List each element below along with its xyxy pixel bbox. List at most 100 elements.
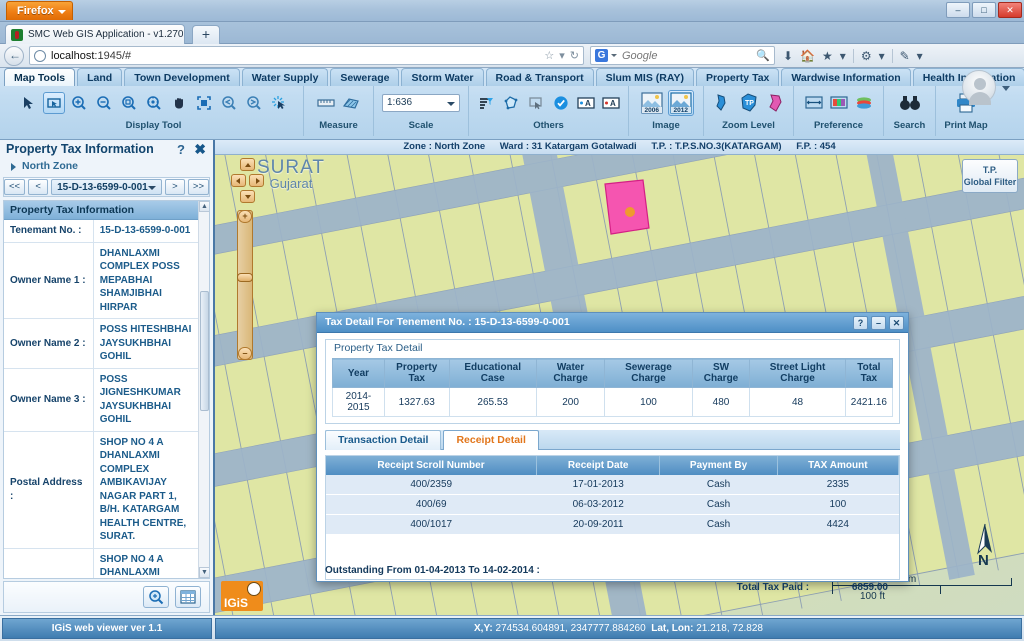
eyedropper-icon[interactable]: ✎ <box>900 49 910 63</box>
help-icon[interactable]: ? <box>177 142 185 157</box>
downloads-icon[interactable]: ⬇ <box>783 49 793 63</box>
image-2006-icon[interactable]: 2006 <box>639 90 665 116</box>
ribbon-tab-storm-water[interactable]: Storm Water <box>401 68 484 86</box>
check-circle-icon[interactable] <box>550 92 572 114</box>
clear-selection-icon[interactable] <box>268 92 290 114</box>
screen-color-icon[interactable] <box>828 92 850 114</box>
ribbon-tab-sewerage[interactable]: Sewerage <box>330 68 400 86</box>
chevron-down-icon[interactable] <box>611 54 617 57</box>
dialog-minimize-button[interactable]: – <box>871 316 886 330</box>
zoom-previous-icon[interactable] <box>218 92 240 114</box>
image-2012-icon[interactable]: 2012 <box>667 90 694 116</box>
minimize-button[interactable]: – <box>946 2 970 18</box>
address-bar[interactable]: localhost:1945/# ☆ ▾ ↻ <box>29 46 584 65</box>
ribbon-tab-wardwise-information[interactable]: Wardwise Information <box>781 68 911 86</box>
zoom-in-icon[interactable]: + <box>238 210 252 223</box>
user-avatar[interactable] <box>962 70 996 105</box>
chevron-down-icon[interactable]: ▾ <box>840 49 846 63</box>
search-icon[interactable]: 🔍 <box>756 49 770 62</box>
search-bar[interactable]: G Google 🔍 <box>590 46 775 65</box>
dialog-help-button[interactable]: ? <box>853 316 868 330</box>
dialog-tab-transaction-detail[interactable]: Transaction Detail <box>325 430 442 450</box>
full-extent-icon[interactable] <box>193 92 215 114</box>
next-record-button[interactable]: > <box>164 179 185 195</box>
zoom-window-icon[interactable] <box>118 92 140 114</box>
zoom-out-icon[interactable]: – <box>238 347 252 360</box>
home-icon[interactable]: 🏠 <box>800 49 815 63</box>
pan-hand-icon[interactable] <box>168 92 190 114</box>
zone-tree-item[interactable]: North Zone <box>0 160 213 175</box>
show-table-button[interactable] <box>175 586 201 608</box>
zoom-parcel-icon[interactable] <box>710 91 734 115</box>
table-row[interactable]: 400/2359 17-01-2013 Cash 2335 <box>326 475 899 495</box>
bookmark-star-icon[interactable]: ☆ <box>544 49 554 62</box>
close-icon[interactable]: ✖ <box>194 141 206 158</box>
ribbon-tab-road-transport[interactable]: Road & Transport <box>485 68 594 86</box>
new-tab-button[interactable]: + <box>192 25 220 44</box>
bookmarks-icon[interactable]: ★ <box>822 49 833 63</box>
rectangle-select-icon[interactable] <box>42 92 65 114</box>
chevron-down-icon[interactable]: ▾ <box>879 49 885 63</box>
ribbon-tab-water-supply[interactable]: Water Supply <box>241 68 329 86</box>
close-button[interactable]: ✕ <box>998 2 1022 18</box>
property-info-value: POSS JIGNESHKUMAR JAYSUKHBHAI GOHIL <box>93 368 198 432</box>
pointer-box-icon[interactable] <box>525 92 547 114</box>
table-row[interactable]: 2014-2015 1327.63 265.53 200 100 480 48 2421.16 <box>332 387 894 417</box>
label-a-alt-icon[interactable]: A <box>600 92 622 114</box>
binoculars-icon[interactable] <box>897 90 923 116</box>
zoom-center-icon[interactable] <box>143 92 165 114</box>
zoom-to-feature-button[interactable] <box>143 586 169 608</box>
maximize-button[interactable]: □ <box>972 2 996 18</box>
zoom-tp-icon[interactable]: TP <box>737 91 761 115</box>
measure-distance-icon[interactable] <box>315 92 337 114</box>
tp-global-filter-button[interactable]: T.P. Global Filter <box>962 159 1018 193</box>
property-info-row: Owner Name 1 : DHANLAXMI COMPLEX POSS MEP… <box>4 242 198 319</box>
dialog-close-button[interactable]: ✕ <box>889 316 904 330</box>
pan-down-icon[interactable] <box>240 190 255 203</box>
scrollbar-thumb[interactable] <box>200 291 209 411</box>
ribbon-tab-land[interactable]: Land <box>77 68 123 86</box>
table-row[interactable]: 400/69 06-03-2012 Cash 100 <box>326 494 899 515</box>
dialog-tab-receipt-detail[interactable]: Receipt Detail <box>443 430 539 450</box>
scroll-down-icon[interactable]: ▼ <box>199 567 209 578</box>
zoom-slider-thumb[interactable] <box>237 273 253 282</box>
prev-record-button[interactable]: < <box>28 179 49 195</box>
panel-scrollbar[interactable]: ▲ ▼ <box>198 201 209 578</box>
ribbon-tab-property-tax[interactable]: Property Tax <box>695 68 780 86</box>
scroll-up-icon[interactable]: ▲ <box>199 201 209 212</box>
table-row[interactable]: 400/1017 20-09-2011 Cash 4424 <box>326 514 899 535</box>
measure-area-icon[interactable] <box>340 92 362 114</box>
ribbon-tab-map-tools[interactable]: Map Tools <box>4 68 76 86</box>
pan-up-icon[interactable] <box>240 158 255 171</box>
zoom-next-icon[interactable] <box>243 92 265 114</box>
last-record-button[interactable]: >> <box>187 179 209 195</box>
screen-width-icon[interactable] <box>803 92 825 114</box>
first-record-button[interactable]: << <box>4 179 26 195</box>
zoom-in-icon[interactable] <box>68 92 90 114</box>
map-pan-control[interactable] <box>230 158 264 208</box>
divider <box>891 48 893 63</box>
map-canvas[interactable]: Zone : North Zone Ward : 31 Katargam Got… <box>215 140 1024 615</box>
ribbon-tab-slum-mis-ray[interactable]: Slum MIS (RAY) <box>595 68 694 86</box>
zoom-out-icon[interactable] <box>93 92 115 114</box>
arrow-select-icon[interactable] <box>18 92 40 114</box>
tenement-select[interactable]: 15-D-13-6599-0-001 <box>51 179 162 195</box>
addon-icon[interactable]: ⚙ <box>861 49 872 63</box>
back-button[interactable] <box>4 45 24 66</box>
browser-tab[interactable]: SMC Web GIS Application - v1.2706 <box>5 24 185 44</box>
chevron-down-icon[interactable] <box>1002 86 1010 91</box>
chevron-down-icon[interactable]: ▾ <box>559 49 565 62</box>
transparency-icon[interactable] <box>853 92 875 114</box>
polygon-select-icon[interactable] <box>500 92 522 114</box>
label-a-icon[interactable]: A <box>575 92 597 114</box>
reload-icon[interactable]: ↻ <box>570 49 579 62</box>
pan-right-icon[interactable] <box>249 174 264 187</box>
ribbon-tab-town-development[interactable]: Town Development <box>124 68 240 86</box>
map-zoom-slider[interactable]: + – <box>237 210 253 360</box>
zoom-fp-icon[interactable] <box>764 91 788 115</box>
scale-combo[interactable]: 1:636 <box>382 94 460 112</box>
firefox-menu-button[interactable]: Firefox <box>6 1 73 20</box>
layers-filter-icon[interactable] <box>475 92 497 114</box>
chevron-down-icon[interactable]: ▾ <box>917 49 923 63</box>
pan-left-icon[interactable] <box>231 174 246 187</box>
